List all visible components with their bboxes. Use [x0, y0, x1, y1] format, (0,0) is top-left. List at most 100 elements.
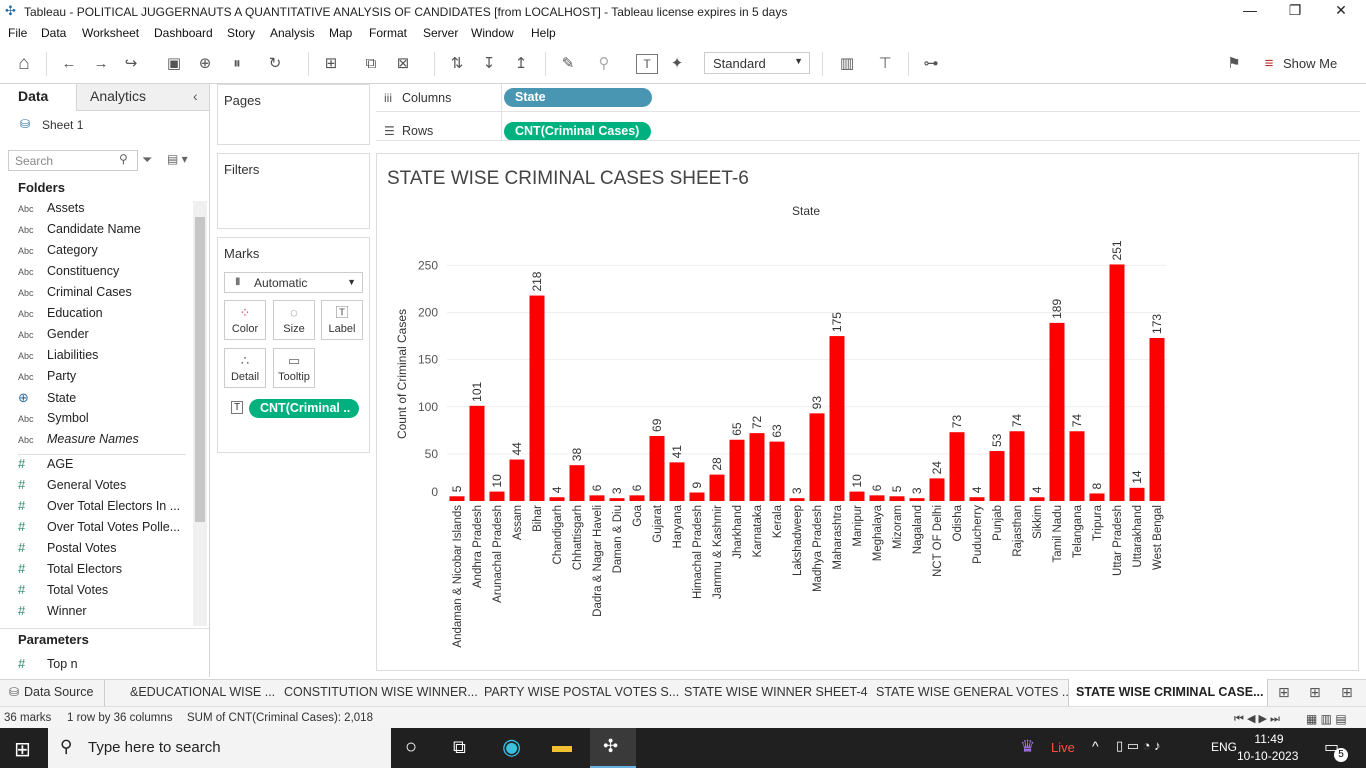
bar[interactable] — [709, 474, 725, 501]
x-tick-label[interactable]: Meghalaya — [872, 504, 884, 561]
field-education[interactable]: Abc Education — [18, 306, 188, 327]
x-tick-label[interactable]: Madhya Pradesh — [812, 505, 824, 592]
menu-file[interactable]: File — [8, 26, 27, 40]
field-candidate-name[interactable]: Abc Candidate Name — [18, 222, 188, 243]
tray-icons[interactable]: ▯ ▭ ◔ ♪ — [1116, 738, 1161, 754]
new-worksheet-tab-icon[interactable]: ⊞ — [1278, 684, 1290, 701]
detail-button[interactable]: ∴ Detail — [224, 348, 266, 388]
new-data-source-icon[interactable]: ⊕ — [194, 54, 216, 74]
show-me-icon[interactable]: ≡ — [1258, 54, 1280, 74]
x-tick-label[interactable]: Manipur — [852, 505, 864, 547]
bar[interactable] — [509, 459, 525, 501]
tab-state-wise-criminal[interactable]: STATE WISE CRIMINAL CASE... — [1076, 685, 1264, 699]
x-tick-label[interactable]: Maharashtra — [832, 504, 844, 569]
menu-data[interactable]: Data — [41, 26, 66, 40]
presentation-icon[interactable]: ⊤ — [874, 54, 896, 74]
bar[interactable] — [929, 478, 945, 501]
bar[interactable] — [809, 413, 825, 501]
x-tick-label[interactable]: Arunachal Pradesh — [492, 505, 504, 603]
bar[interactable] — [729, 439, 745, 501]
menu-analysis[interactable]: Analysis — [270, 26, 315, 40]
field-party[interactable]: Abc Party — [18, 369, 188, 390]
tab-constitution-wise[interactable]: CONSTITUTION WISE WINNER... — [284, 685, 478, 699]
field-over-total-electors-in-[interactable]: # Over Total Electors In ... — [18, 498, 188, 519]
field-postal-votes[interactable]: # Postal Votes — [18, 540, 188, 561]
pause-updates-icon[interactable]: ⏸ — [226, 54, 248, 74]
tray-chevron-icon[interactable]: ^ — [1092, 738, 1099, 754]
sort-ascending-icon[interactable]: ↧ — [478, 54, 500, 74]
tab-data[interactable]: Data — [18, 88, 48, 104]
live-icon[interactable]: ♛ — [1020, 737, 1035, 757]
new-story-tab-icon[interactable]: ⊞ — [1341, 684, 1353, 701]
duplicate-sheet-icon[interactable]: ⧉ — [360, 54, 382, 74]
close-icon[interactable]: ✕ — [1326, 2, 1356, 19]
bar[interactable] — [1089, 493, 1105, 501]
clock-date[interactable]: 10-10-2023 — [1237, 749, 1298, 763]
task-view-icon[interactable]: ⧉ — [453, 737, 466, 758]
x-tick-label[interactable]: Nagaland — [912, 505, 924, 554]
bar[interactable] — [1129, 487, 1145, 501]
x-tick-label[interactable]: Telangana — [1072, 504, 1084, 558]
bar[interactable] — [789, 498, 805, 501]
share-icon[interactable]: ⊶ — [920, 54, 942, 74]
clock-time[interactable]: 11:49 — [1249, 732, 1289, 746]
x-tick-label[interactable]: Chhattisgarh — [572, 505, 584, 570]
label-button[interactable]: 🅃 Label — [321, 300, 363, 340]
bar[interactable] — [469, 405, 485, 501]
field-total-votes[interactable]: # Total Votes — [18, 582, 188, 603]
menu-format[interactable]: Format — [369, 26, 407, 40]
field-age[interactable]: # AGE — [18, 456, 188, 477]
bar[interactable] — [1149, 337, 1165, 501]
bar[interactable] — [949, 432, 965, 501]
bar[interactable] — [549, 497, 565, 501]
x-tick-label[interactable]: Assam — [512, 505, 524, 540]
pages-card[interactable]: Pages — [217, 84, 370, 145]
bar[interactable] — [909, 498, 925, 501]
menu-story[interactable]: Story — [227, 26, 255, 40]
field-gender[interactable]: Abc Gender — [18, 327, 188, 348]
field-assets[interactable]: Abc Assets — [18, 201, 188, 222]
x-tick-label[interactable]: Chandigarh — [552, 505, 564, 564]
new-dashboard-tab-icon[interactable]: ⊞ — [1309, 684, 1321, 701]
restore-icon[interactable]: ❐ — [1280, 2, 1310, 19]
bar[interactable] — [529, 295, 545, 501]
x-tick-label[interactable]: Mizoram — [892, 505, 904, 549]
x-tick-label[interactable]: Bihar — [532, 505, 544, 532]
x-tick-label[interactable]: Rajasthan — [1012, 505, 1024, 557]
show-cards-icon[interactable]: ▥ — [836, 54, 858, 74]
save-icon[interactable]: ▣ — [163, 54, 185, 74]
field-state[interactable]: ⊕ State — [18, 390, 188, 411]
data-source-name[interactable]: Sheet 1 — [42, 118, 83, 132]
bar[interactable] — [589, 495, 605, 501]
menu-dashboard[interactable]: Dashboard — [154, 26, 213, 40]
search-input[interactable]: Search ⚲ — [8, 150, 138, 171]
x-tick-label[interactable]: Dadra & Nagar Haveli — [592, 505, 604, 617]
x-tick-label[interactable]: Karnataka — [752, 504, 764, 557]
bar[interactable] — [849, 491, 865, 501]
undo-icon[interactable]: ← — [58, 54, 80, 74]
field-criminal-cases[interactable]: Abc Criminal Cases — [18, 285, 188, 306]
language-indicator[interactable]: ENG — [1211, 740, 1237, 754]
tableau-taskbar-item[interactable]: ✣ — [590, 728, 636, 768]
tab-analytics[interactable]: Analytics — [90, 88, 146, 104]
x-tick-label[interactable]: Sikkim — [1032, 505, 1044, 539]
x-tick-label[interactable]: NCT OF Delhi — [932, 505, 944, 577]
bar[interactable] — [1069, 431, 1085, 501]
x-tick-label[interactable]: Uttar Pradesh — [1112, 505, 1124, 576]
color-button[interactable]: ⁘ Color — [224, 300, 266, 340]
view-options-icon[interactable]: ▤ ▾ — [167, 152, 188, 166]
filter-icon[interactable]: ⏷ — [142, 152, 152, 168]
columns-state-pill[interactable]: State — [504, 88, 652, 107]
group-icon[interactable]: ⚲ — [593, 54, 615, 74]
cortana-icon[interactable]: ○ — [405, 736, 417, 759]
x-tick-label[interactable]: Haryana — [672, 504, 684, 548]
field-constituency[interactable]: Abc Constituency — [18, 264, 188, 285]
swap-rows-columns-icon[interactable]: ⇅ — [446, 54, 468, 74]
fix-axes-icon[interactable]: ✦ — [666, 54, 688, 74]
x-tick-label[interactable]: Jharkhand — [732, 505, 744, 559]
bar[interactable] — [869, 495, 885, 501]
mark-type-select[interactable]: ▮ Automatic ▼ — [224, 272, 363, 293]
file-explorer-icon[interactable]: ▬ — [552, 735, 572, 758]
menu-worksheet[interactable]: Worksheet — [82, 26, 139, 40]
field-symbol[interactable]: Abc Symbol — [18, 411, 188, 432]
